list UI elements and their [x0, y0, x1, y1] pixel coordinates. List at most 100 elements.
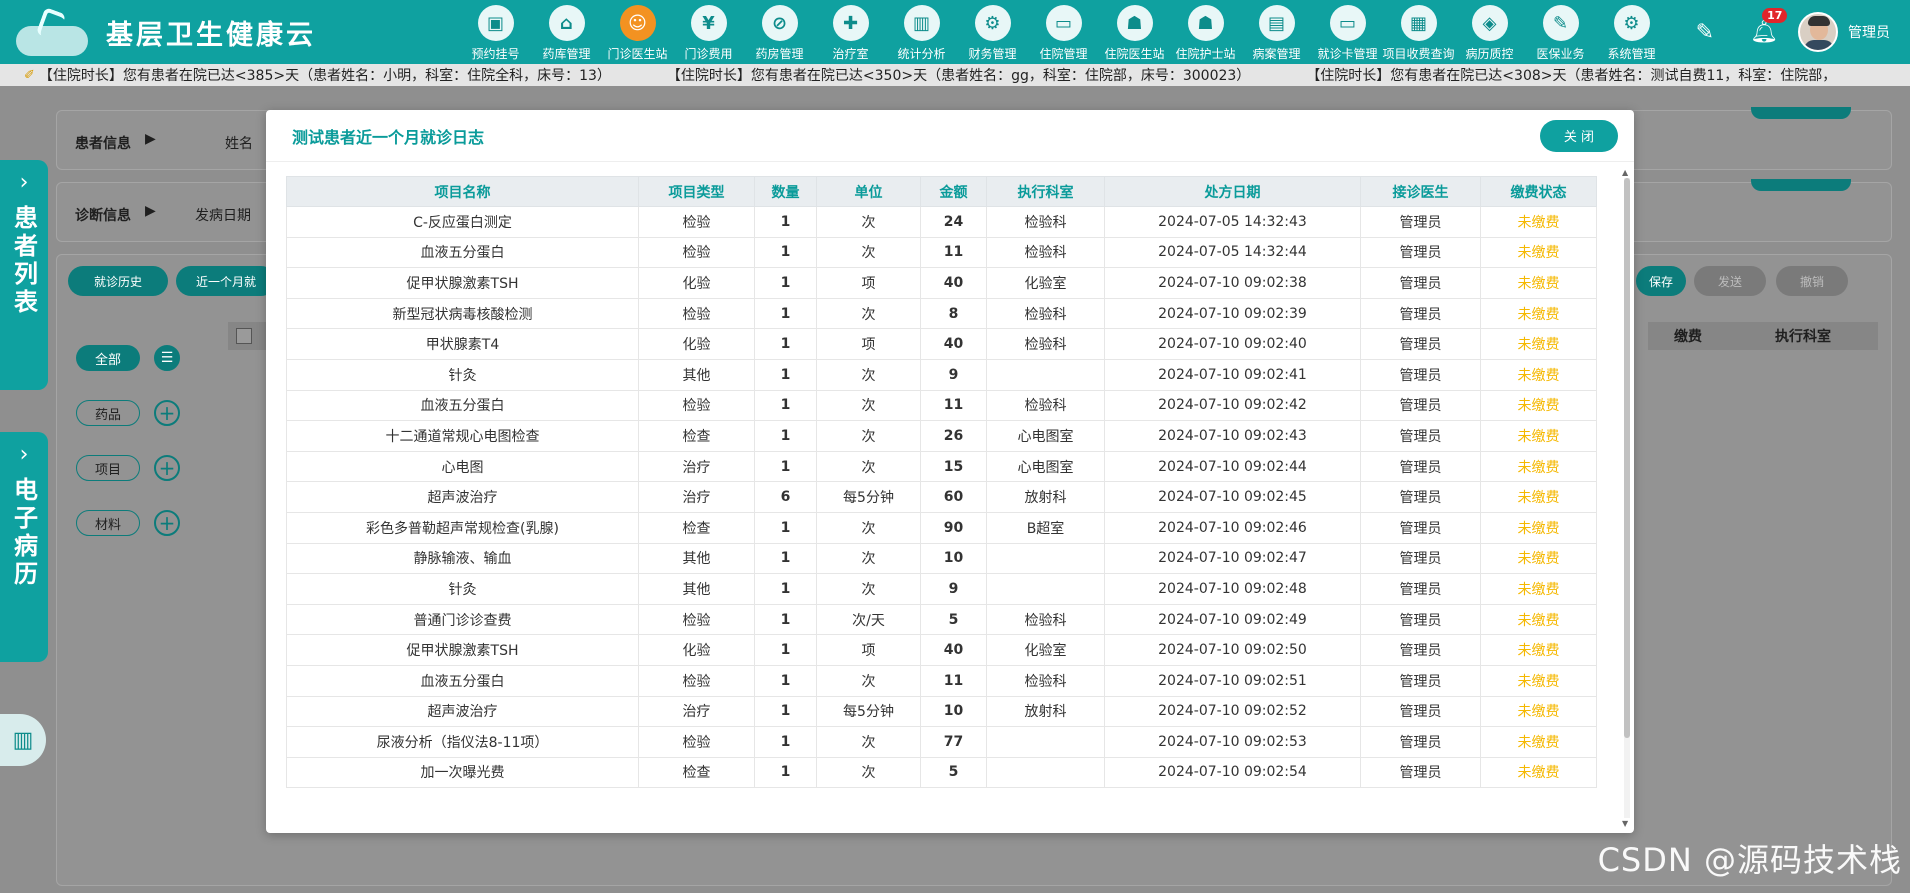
onset-date-label: 发病日期	[195, 208, 251, 224]
nav-item-11[interactable]: ▤ 病案管理	[1241, 0, 1312, 64]
table-cell: 10	[920, 695, 987, 728]
send-button[interactable]: 发送	[1694, 266, 1766, 296]
modal-body: 项目名称 项目类型 数量 单位 金额 执行科室 处方日期 接诊医生 缴费状态 C-反应蛋白测定检…	[266, 162, 1634, 833]
table-row[interactable]: C-反应蛋白测定 检验 1 次 24 检验科 2024-07-05 14:32:43 管理员未…	[286, 206, 1597, 238]
user-avatar[interactable]	[1798, 12, 1838, 52]
list-menu-icon[interactable]: ☰	[154, 345, 180, 371]
notice-message[interactable]: 【住院时长】您有患者在院已达<308>天（患者姓名：测试自费11，科室：住院部，	[1306, 65, 1836, 85]
table-cell: 检验科	[986, 328, 1105, 360]
category-all[interactable]: 全部	[76, 345, 140, 371]
nav-item-label: 门诊费用	[684, 47, 733, 61]
table-cell: 管理员	[1360, 511, 1481, 544]
table-cell: 项	[816, 267, 921, 299]
table-row[interactable]: 针灸 其他 1 次 9 2024-07-10 09:02:41 管理员 未缴费	[286, 358, 1597, 391]
notice-message[interactable]: 【住院时长】您有患者在院已达<385>天（患者姓名：小明，科室：住院全科，床号：…	[39, 65, 611, 85]
table-cell: 未缴费	[1480, 695, 1597, 728]
category-drug[interactable]: 药品	[76, 400, 140, 426]
table-cell: 未缴费	[1480, 267, 1597, 299]
table-row[interactable]: 静脉输液、输血 其他 1 次 10 2024-07-10 09:02:47 管理员 未缴费	[286, 542, 1597, 575]
edit-pen-icon[interactable]: ✎	[1696, 20, 1714, 45]
table-row[interactable]: 血液五分蛋白 检验 1 次 11 检验科 2024-07-05 14:32:44 管理员 未缴费	[286, 236, 1597, 269]
table-row[interactable]: 普通门诊诊查费 检验 1 次/天 5 检验科 2024-07-10 09:02:49 管理员未…	[286, 603, 1597, 636]
table-cell: 血液五分蛋白	[286, 664, 639, 697]
modal-scrollbar[interactable]: ▲ ▼	[1622, 168, 1632, 828]
table-cell: 项	[816, 328, 921, 360]
nav-item-8[interactable]: ▭ 住院管理	[1028, 0, 1099, 64]
add-drug-icon[interactable]: +	[154, 400, 180, 426]
search-doc-icon: ▦	[1400, 5, 1437, 41]
nav-item-label: 预约挂号	[471, 47, 520, 61]
add-item-icon[interactable]: +	[154, 455, 180, 481]
nav-item-label: 系统管理	[1607, 47, 1656, 61]
select-all-checkbox[interactable]	[236, 328, 252, 344]
table-row[interactable]: 新型冠状病毒核酸检测 检验 1 次 8 检验科 2024-07-10 09:02:39 管理员…	[286, 297, 1597, 330]
table-row[interactable]: 心电图 治疗 1 次 15 心电图室 2024-07-10 09:02:44 管理员 未缴费	[286, 450, 1597, 483]
table-cell: 检查	[638, 756, 755, 789]
nav-item-10[interactable]: ☗ 住院护士站	[1170, 0, 1241, 64]
nav-item-4[interactable]: ⊘ 药房管理	[744, 0, 815, 64]
revoke-button[interactable]: 撤销	[1776, 266, 1848, 296]
user-name[interactable]: 管理员	[1848, 22, 1890, 42]
table-cell: 管理员	[1360, 573, 1481, 605]
nav-item-13[interactable]: ▦ 项目收费查询	[1383, 0, 1455, 64]
table-cell: 针灸	[286, 573, 639, 605]
scrollbar-thumb[interactable]	[1624, 178, 1630, 738]
patient-list-tab[interactable]: › 患者列表	[0, 160, 48, 390]
main-nav: ▣ 预约挂号 ⌂ 药库管理 ☺ 门诊医生站 ¥ 门诊费用 ⊘ 药房管理 ✚ 治疗室 ▥ 统计分析 ⚙ 财务管理…	[460, 0, 1667, 64]
table-cell: 5	[920, 603, 987, 636]
nav-item-6[interactable]: ▥ 统计分析	[886, 0, 957, 64]
table-cell: 十二通道常规心电图检查	[286, 420, 639, 452]
table-cell: 1	[754, 450, 817, 483]
header-actions: ✎ 🔔︎ 17 管理员	[1696, 0, 1890, 64]
table-cell: 血液五分蛋白	[286, 389, 639, 422]
collapse-tab[interactable]	[1751, 107, 1851, 119]
table-row[interactable]: 促甲状腺激素TSH 化验 1 项 40 化验室 2024-07-10 09:02:50 管理员…	[286, 634, 1597, 666]
nav-item-7[interactable]: ⚙ 财务管理	[957, 0, 1028, 64]
table-row[interactable]: 十二通道常规心电图检查 检查 1 次 26 心电图室 2024-07-10 09:02:43…	[286, 420, 1597, 452]
category-material[interactable]: 材料	[76, 510, 140, 536]
watermark: CSDN @源码技术栈	[1597, 841, 1902, 879]
app-title: 基层卫生健康云	[106, 19, 316, 51]
nav-item-14[interactable]: ◈ 病历质控	[1454, 0, 1525, 64]
table-row[interactable]: 尿液分析（指仪法8-11项） 检验 1 次 77 2024-07-10 09:02:53 管…	[286, 726, 1597, 758]
visit-history-button[interactable]: 就诊历史	[68, 266, 168, 296]
nav-item-3[interactable]: ¥ 门诊费用	[673, 0, 744, 64]
table-row[interactable]: 甲状腺素T4 化验 1 项 40 检验科 2024-07-10 09:02:40 管理员 未缴费	[286, 328, 1597, 360]
table-row[interactable]: 彩色多普勒超声常规检查(乳腺) 检查 1 次 90 B超室 2024-07-10 09:02…	[286, 511, 1597, 544]
nav-item-5[interactable]: ✚ 治疗室	[815, 0, 886, 64]
table-cell: 检验科	[986, 603, 1105, 636]
nav-item-16[interactable]: ⚙ 系统管理	[1596, 0, 1667, 64]
save-button[interactable]: 保存	[1636, 266, 1686, 296]
table-row[interactable]: 促甲状腺激素TSH 化验 1 项 40 化验室 2024-07-10 09:02:38 管理员…	[286, 267, 1597, 299]
nav-item-12[interactable]: ▭ 就诊卡管理	[1312, 0, 1383, 64]
nav-item-1[interactable]: ⌂ 药库管理	[531, 0, 602, 64]
table-row[interactable]: 超声波治疗 治疗 1 每5分钟 10 放射科 2024-07-10 09:02:52 管理员未…	[286, 695, 1597, 728]
nav-item-2[interactable]: ☺ 门诊医生站	[602, 0, 673, 64]
table-cell: 1	[754, 297, 817, 330]
visit-log-modal: 测试患者近一个月就诊日志 关 闭 项目名称 项目类型 数量 单位 金额 执行科室 处方日期接…	[266, 110, 1634, 833]
emr-tab[interactable]: › 电子病历	[0, 432, 48, 662]
scroll-up-icon[interactable]: ▲	[1622, 168, 1628, 177]
nav-item-0[interactable]: ▣ 预约挂号	[460, 0, 531, 64]
recent-month-button[interactable]: 近一个月就	[176, 266, 276, 296]
table-row[interactable]: 血液五分蛋白 检验 1 次 11 检验科 2024-07-10 09:02:42 管理员 未缴费	[286, 389, 1597, 422]
table-cell: 未缴费	[1480, 297, 1597, 330]
table-cell: 次	[816, 664, 921, 697]
notice-message[interactable]: 【住院时长】您有患者在院已达<350>天（患者姓名：gg，科室：住院部，床号：3…	[667, 65, 1250, 85]
nav-item-label: 病案管理	[1252, 47, 1301, 61]
triangle-right-icon: ▶	[145, 131, 156, 147]
statistics-chart-icon[interactable]: ▥	[0, 714, 46, 766]
table-row[interactable]: 血液五分蛋白 检验 1 次 11 检验科 2024-07-10 09:02:51 管理员 未缴费	[286, 664, 1597, 697]
card-icon: ▭	[1329, 5, 1366, 41]
table-row[interactable]: 加一次曝光费 检查 1 次 5 2024-07-10 09:02:54 管理员 未缴费	[286, 756, 1597, 789]
notification-bell-icon[interactable]: 🔔︎ 17	[1750, 7, 1788, 45]
scroll-down-icon[interactable]: ▼	[1622, 819, 1628, 828]
collapse-tab[interactable]	[1751, 179, 1851, 191]
nav-item-15[interactable]: ✎ 医保业务	[1525, 0, 1596, 64]
table-row[interactable]: 超声波治疗 治疗 6 每5分钟 60 放射科 2024-07-10 09:02:45 管理员未…	[286, 481, 1597, 513]
add-material-icon[interactable]: +	[154, 510, 180, 536]
nav-item-9[interactable]: ☗ 住院医生站	[1099, 0, 1170, 64]
category-item[interactable]: 项目	[76, 455, 140, 481]
table-row[interactable]: 针灸 其他 1 次 9 2024-07-10 09:02:48 管理员 未缴费	[286, 573, 1597, 605]
close-button[interactable]: 关 闭	[1540, 119, 1618, 152]
